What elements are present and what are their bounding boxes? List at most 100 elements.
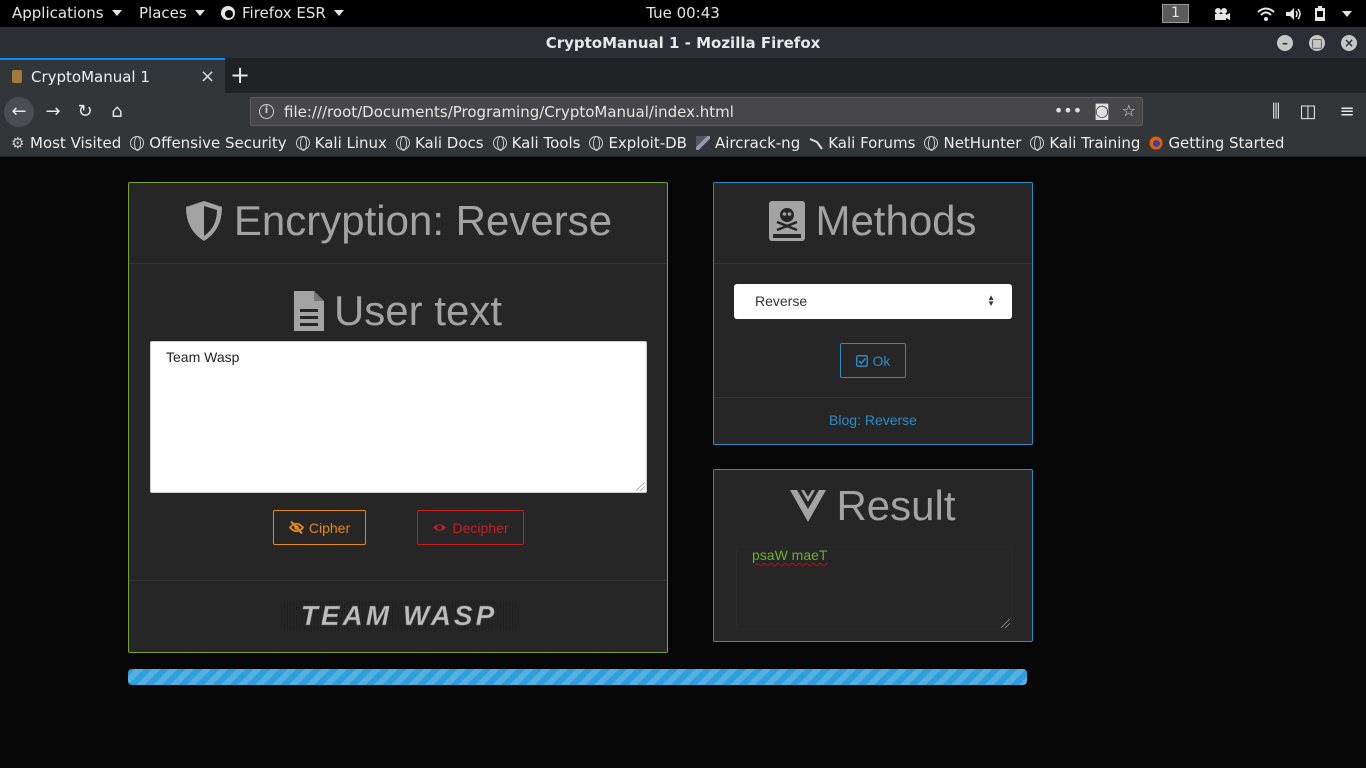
user-text-value: Team Wasp (166, 349, 240, 365)
bookmark-star-icon[interactable]: ☆ (1122, 101, 1136, 120)
resize-handle-icon[interactable] (1001, 619, 1010, 628)
divider (714, 263, 1032, 264)
firefox-app-menu[interactable]: Firefox ESR (220, 4, 344, 22)
globe-icon (492, 136, 507, 151)
bookmark-aircrack-ng[interactable]: Aircrack-ng (695, 134, 801, 152)
library-icon[interactable]: ⫼ (1261, 97, 1291, 127)
bookmark-label: Most Visited (30, 134, 122, 152)
resize-handle-icon[interactable] (636, 482, 645, 491)
globe-icon (924, 136, 939, 151)
window-titlebar: CryptoManual 1 - Mozilla Firefox – □ × (0, 27, 1366, 58)
places-label: Places (139, 4, 187, 22)
reload-icon[interactable]: ↻ (70, 97, 100, 127)
chevron-down-icon (194, 10, 205, 16)
bookmark-label: NetHunter (943, 134, 1022, 152)
select-arrows-icon: ▲ ▼ (987, 293, 995, 308)
bookmark-label: Getting Started (1168, 134, 1285, 152)
bookmark-offensive-security[interactable]: Offensive Security (130, 134, 287, 152)
url-bar[interactable]: i file:///root/Documents/Programing/Cryp… (250, 97, 1143, 126)
decipher-button[interactable]: Decipher (417, 510, 524, 545)
bookmark-kali-linux[interactable]: Kali Linux (295, 134, 387, 152)
method-select[interactable]: Reverse ▲ ▼ (734, 284, 1012, 319)
user-text-input[interactable]: Team Wasp (150, 341, 647, 493)
bookmark-kali-tools[interactable]: Kali Tools (492, 134, 581, 152)
encryption-header: Encryption: Reverse (129, 197, 667, 245)
cipher-label: Cipher (308, 519, 351, 536)
bookmark-kali-training[interactable]: Kali Training (1030, 134, 1140, 152)
chevron-down-icon (333, 10, 344, 16)
decipher-label: Decipher (452, 519, 509, 536)
result-output[interactable]: psaW maeT (736, 546, 1012, 630)
bookmark-kali-forums[interactable]: Kali Forums (809, 134, 915, 152)
page-favicon-icon (12, 70, 22, 83)
result-text: psaW maeT (752, 547, 828, 563)
divider (714, 397, 1032, 398)
globe-icon (1030, 136, 1045, 151)
url-text[interactable]: file:///root/Documents/Programing/Crypto… (284, 103, 734, 121)
close-icon[interactable]: × (1341, 35, 1357, 51)
ok-button[interactable]: Ok (840, 343, 906, 378)
methods-card: Methods Reverse ▲ ▼ Ok Blog: Reverse (713, 182, 1033, 445)
home-icon[interactable]: ⌂ (102, 97, 132, 127)
forward-icon[interactable]: → (38, 97, 68, 127)
bookmark-label: Kali Forums (828, 134, 916, 152)
bookmark-label: Kali Docs (414, 134, 484, 152)
blog-link[interactable]: Blog: Reverse (714, 412, 1032, 428)
aircrack-icon (695, 136, 710, 150)
result-card: Result psaW maeT (713, 469, 1033, 642)
check-square-icon (855, 354, 868, 367)
gnome-top-bar: Applications Places Firefox ESR Tue 00:4… (0, 0, 1366, 27)
shield-icon (185, 201, 222, 241)
bookmark-exploit-db[interactable]: Exploit-DB (589, 134, 687, 152)
volume-icon[interactable] (1285, 4, 1303, 23)
tab-bar: CryptoManual 1 × + (0, 58, 1366, 93)
firefox-icon (1149, 136, 1163, 150)
globe-icon (295, 136, 310, 151)
bookmark-label: Kali Training (1049, 134, 1141, 152)
ok-label: Ok (872, 352, 891, 369)
bookmark-kali-docs[interactable]: Kali Docs (395, 134, 484, 152)
eye-slash-icon (288, 521, 304, 534)
user-text-title: User text (333, 287, 503, 334)
close-tab-icon[interactable]: × (200, 66, 215, 87)
bookmark-label: Kali Linux (314, 134, 387, 152)
vue-logo-icon (790, 490, 827, 522)
bookmark-label: Aircrack-ng (714, 134, 801, 152)
chevron-down-icon (111, 10, 122, 16)
firefox-icon (221, 6, 235, 20)
bookmark-label: Kali Tools (511, 134, 581, 152)
new-tab-icon[interactable]: + (230, 61, 250, 89)
hamburger-menu-icon[interactable]: ≡ (1332, 97, 1362, 127)
page-content: Encryption: Reverse User text Team Wasp (0, 158, 1366, 768)
clock[interactable]: Tue 00:43 (646, 4, 720, 22)
bookmark-nethunter[interactable]: NetHunter (924, 134, 1021, 152)
site-info-icon[interactable]: i (259, 104, 274, 119)
tab-label: CryptoManual 1 (31, 68, 150, 86)
skull-book-icon (769, 201, 806, 241)
globe-icon (130, 136, 145, 151)
back-icon[interactable]: ← (4, 97, 34, 127)
places-menu[interactable]: Places (139, 4, 205, 22)
encryption-title: Encryption: Reverse (233, 197, 613, 244)
video-camera-icon[interactable] (1213, 4, 1231, 23)
maximize-icon[interactable]: □ (1309, 35, 1325, 51)
page-actions-icon[interactable]: ••• (1054, 101, 1082, 120)
minimize-icon[interactable]: – (1277, 35, 1293, 51)
bookmark-label: Exploit-DB (608, 134, 687, 152)
bookmark-most-visited[interactable]: ⚙ Most Visited (11, 134, 121, 152)
pocket-icon[interactable]: ◙ (1094, 101, 1110, 120)
file-text-icon (293, 291, 324, 331)
window-title: CryptoManual 1 - Mozilla Firefox (545, 34, 821, 52)
applications-menu[interactable]: Applications (12, 4, 122, 22)
workspace-indicator[interactable]: 1 (1162, 4, 1189, 23)
sidebar-icon[interactable]: ◫ (1293, 97, 1323, 127)
tab-cryptomanual[interactable]: CryptoManual 1 × (0, 58, 225, 93)
system-menu-chevron-icon[interactable] (1340, 4, 1352, 23)
battery-icon[interactable] (1313, 4, 1327, 23)
methods-title: Methods (815, 197, 977, 244)
wifi-icon[interactable] (1257, 4, 1275, 23)
cipher-button[interactable]: Cipher (273, 510, 366, 545)
firefox-label: Firefox ESR (242, 4, 326, 22)
bookmark-getting-started[interactable]: Getting Started (1149, 134, 1284, 152)
eye-icon (433, 524, 447, 531)
